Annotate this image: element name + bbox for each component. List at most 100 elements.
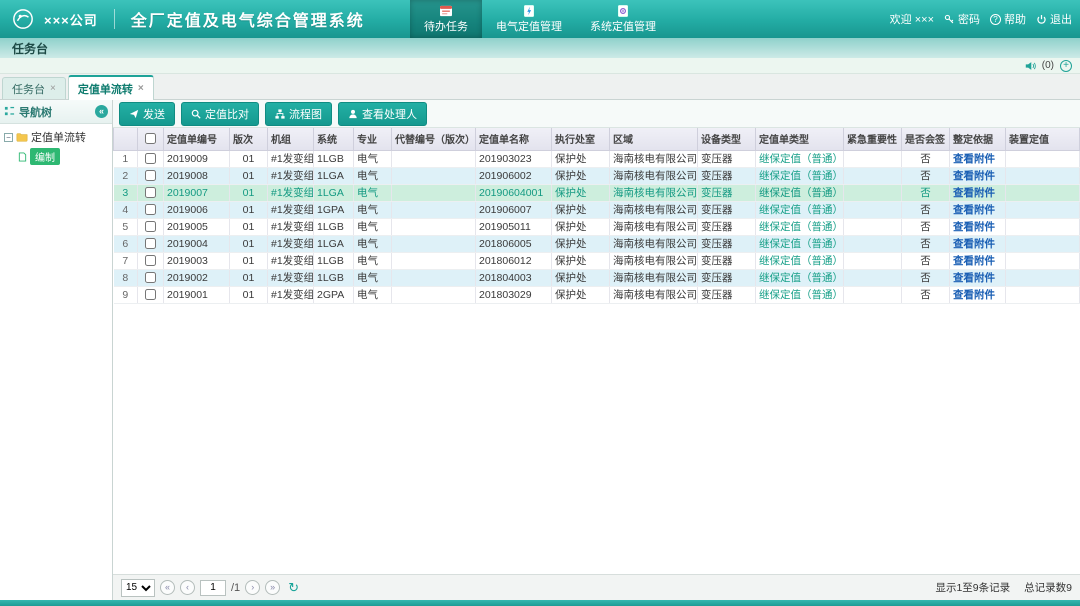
nav-item-electric-setting[interactable]: 电气定值管理 [482,0,576,38]
grid-body: 1201900901#1发变组1LGB电气201903023保护处海南核电有限公… [114,150,1080,303]
attachment-link[interactable]: 查看附件 [953,204,995,216]
cell-code: 2019005 [164,218,230,235]
cell-major: 电气 [354,252,392,269]
row-checkbox[interactable] [145,255,156,266]
tree-node-compile[interactable]: 编制 [18,148,108,165]
cell-major: 电气 [354,167,392,184]
summary-range: 显示1至9条记录 [935,580,1010,595]
todo-task-icon [439,5,453,17]
cell-device-type: 变压器 [698,252,756,269]
table-row[interactable]: 6201900401#1发变组1LGA电气201806005保护处海南核电有限公… [114,235,1080,252]
prev-page-button[interactable] [180,580,195,595]
attachment-link[interactable]: 查看附件 [953,170,995,182]
table-row[interactable]: 9201900101#1发变组2GPA电气201803029保护处海南核电有限公… [114,286,1080,303]
cell-checkbox [138,167,164,184]
speaker-icon[interactable] [1025,61,1036,71]
sidebar-collapse-button[interactable] [95,105,108,118]
cell-urgency [844,167,902,184]
select-all-checkbox[interactable] [145,133,156,144]
first-page-button[interactable] [160,580,175,595]
key-icon [944,14,955,25]
cell-code: 2019007 [164,184,230,201]
cell-device-type: 变压器 [698,167,756,184]
row-checkbox[interactable] [145,170,156,181]
table-row[interactable]: 3201900701#1发变组1LGA电气20190604001保护处海南核电有… [114,184,1080,201]
tree-node-label: 定值单流转 [31,129,86,145]
cell-order-type: 继保定值（普通） [756,235,844,252]
attachment-link[interactable]: 查看附件 [953,289,995,301]
row-checkbox[interactable] [145,187,156,198]
workbench-bar: 任务台 [0,38,1080,58]
cell-replace-code [392,150,476,167]
tab-label: 任务台 [12,81,45,97]
cell-system: 1GPA [314,201,354,218]
row-checkbox[interactable] [145,272,156,283]
tab-close-icon[interactable] [50,83,56,94]
row-checkbox[interactable] [145,238,156,249]
row-checkbox[interactable] [145,153,156,164]
tree-node-setting-order-flow[interactable]: 定值单流转 [4,129,108,145]
grid-header-row: 定值单编号 版次 机组 系统 专业 代替编号（版次） 定值单名称 执行处室 区域… [114,128,1080,150]
row-checkbox[interactable] [145,204,156,215]
table-row[interactable]: 1201900901#1发变组1LGB电气201903023保护处海南核电有限公… [114,150,1080,167]
cell-rev: 01 [230,167,268,184]
row-checkbox[interactable] [145,221,156,232]
attachment-link[interactable]: 查看附件 [953,238,995,250]
cell-sign: 否 [902,286,950,303]
cell-dept: 保护处 [552,150,610,167]
refresh-icon[interactable] [288,580,299,596]
logout-button[interactable]: 退出 [1036,11,1072,27]
tab-setting-order-flow[interactable]: 定值单流转 [68,75,154,100]
nav-item-label: 电气定值管理 [496,18,562,34]
row-checkbox[interactable] [145,289,156,300]
add-panel-button[interactable] [1060,60,1072,72]
cell-code: 2019006 [164,201,230,218]
attachment-link[interactable]: 查看附件 [953,272,995,284]
cell-replace-code [392,252,476,269]
tab-workbench[interactable]: 任务台 [2,77,66,99]
nav-item-todo-tasks[interactable]: 待办任务 [410,0,482,38]
table-row[interactable]: 5201900501#1发变组1LGB电气201905011保护处海南核电有限公… [114,218,1080,235]
cell-system: 1LGB [314,252,354,269]
compare-button[interactable]: 定值比对 [181,102,259,126]
cell-region: 海南核电有限公司 [610,269,698,286]
nav-item-system-setting[interactable]: 系统定值管理 [576,0,670,38]
workbench-title: 任务台 [12,40,48,57]
attachment-link[interactable]: 查看附件 [953,221,995,233]
cell-rev: 01 [230,269,268,286]
cell-order-type: 继保定值（普通） [756,218,844,235]
help-button[interactable]: 帮助 [990,11,1026,27]
cell-basis: 查看附件 [950,167,1006,184]
last-page-button[interactable] [265,580,280,595]
cell-dept: 保护处 [552,252,610,269]
pagination-bar: 15 /1 显示1至9条记录 总记录数9 [113,574,1080,600]
table-row[interactable]: 2201900801#1发变组1LGA电气201906002保护处海南核电有限公… [114,167,1080,184]
cell-device-value [1006,235,1080,252]
view-handler-button[interactable]: 查看处理人 [338,102,427,126]
cell-urgency [844,235,902,252]
table-row[interactable]: 4201900601#1发变组1GPA电气201906007保护处海南核电有限公… [114,201,1080,218]
page-number-input[interactable] [200,580,226,596]
cell-order-type: 继保定值（普通） [756,201,844,218]
cell-region: 海南核电有限公司 [610,150,698,167]
cell-seq: 3 [114,184,138,201]
attachment-link[interactable]: 查看附件 [953,255,995,267]
table-row[interactable]: 7201900301#1发变组1LGB电气201806012保护处海南核电有限公… [114,252,1080,269]
tree-expander-icon[interactable] [4,133,13,142]
tab-close-icon[interactable] [138,83,144,94]
password-button[interactable]: 密码 [944,11,980,27]
attachment-link[interactable]: 查看附件 [953,153,995,165]
flowchart-button[interactable]: 流程图 [265,102,332,126]
cell-unit: #1发变组 [268,167,314,184]
cell-basis: 查看附件 [950,269,1006,286]
cell-rev: 01 [230,252,268,269]
sidebar-header: 导航树 [0,100,112,124]
next-page-button[interactable] [245,580,260,595]
attachment-link[interactable]: 查看附件 [953,187,995,199]
send-button[interactable]: 发送 [119,102,175,126]
page-size-select[interactable]: 15 [121,579,155,597]
cell-sign: 否 [902,167,950,184]
action-toolbar: 发送 定值比对 流程图 [113,100,1080,128]
cell-rev: 01 [230,235,268,252]
table-row[interactable]: 8201900201#1发变组1LGB电气201804003保护处海南核电有限公… [114,269,1080,286]
